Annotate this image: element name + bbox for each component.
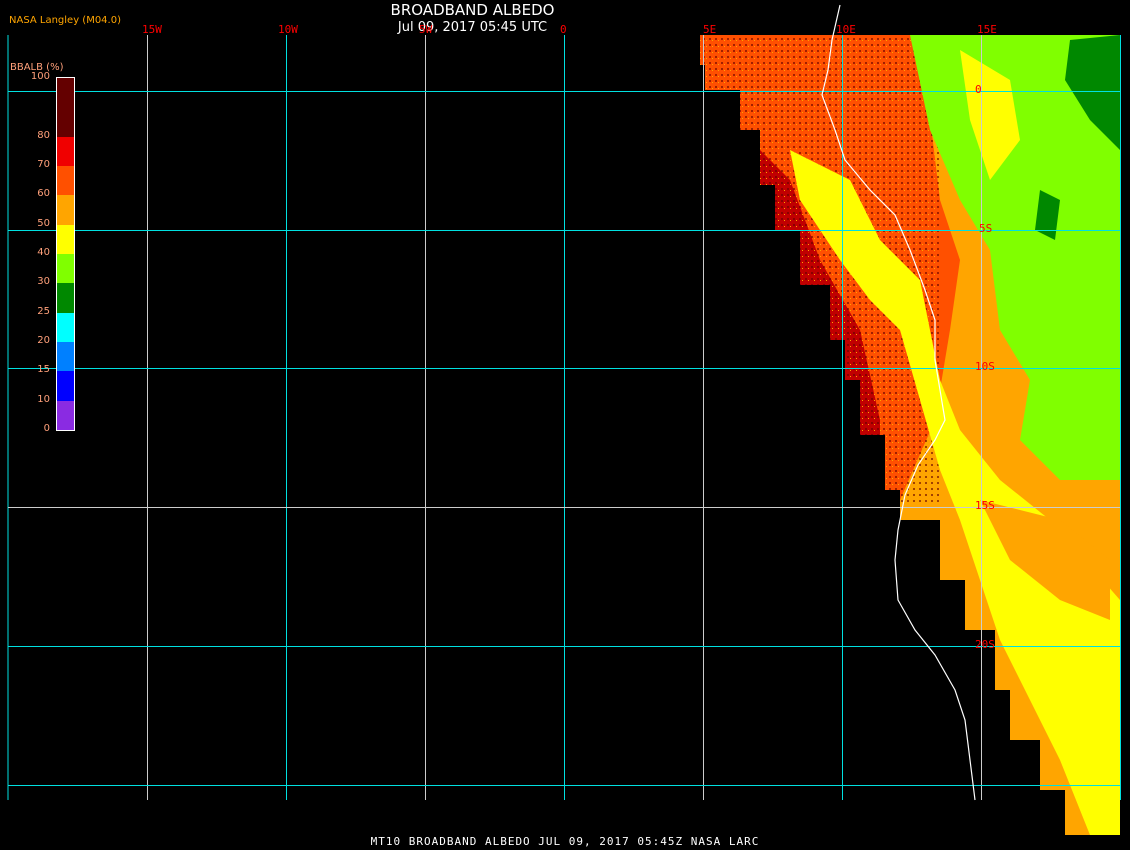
- colorbar: [56, 77, 75, 431]
- albedo-map: [7, 4, 1121, 835]
- colorbar-tick-label: 20: [37, 335, 50, 346]
- lon-label: 15E: [977, 23, 997, 36]
- colorbar-tick-label: 25: [37, 305, 50, 317]
- lon-label: 5E: [703, 23, 717, 36]
- colorbar-tick-label: 70: [37, 159, 50, 170]
- colorbar-tick-label: 100: [30, 71, 50, 82]
- colorbar-tick-label: 10: [37, 393, 50, 405]
- lat-label: 0: [975, 83, 982, 96]
- colorbar-tick-label: 80: [37, 129, 50, 141]
- lon-label: 5W: [419, 23, 433, 36]
- lon-label: 10E: [836, 23, 856, 36]
- credit-label: NASA Langley (M04.0): [9, 15, 121, 26]
- lat-label: 5S: [979, 222, 993, 235]
- colorbar-bin: [57, 312, 74, 342]
- lat-label: 20S: [975, 638, 995, 651]
- colorbar-tick-label: 15: [37, 364, 50, 376]
- colorbar-bin: [57, 78, 74, 137]
- lat-label: 15S: [975, 499, 995, 512]
- colorbar-tick-label: 50: [37, 217, 50, 229]
- colorbar-bin: [57, 136, 74, 166]
- colorbar-bin: [57, 400, 74, 430]
- colorbar-bin: [57, 253, 74, 284]
- footer-caption: MT10 BROADBAND ALBEDO JUL 09, 2017 05:45…: [370, 835, 760, 848]
- map-title: BROADBAND ALBEDO: [390, 1, 555, 19]
- lon-label: 10W: [278, 23, 298, 36]
- lon-label: 0: [560, 23, 567, 36]
- colorbar-tick-label: 60: [37, 188, 50, 200]
- lat-label: 10S: [975, 360, 995, 373]
- colorbar-tick-label: 40: [37, 247, 50, 258]
- data-region: [690, 35, 1120, 835]
- colorbar-bin: [57, 224, 74, 254]
- colorbar-bin: [57, 371, 74, 401]
- colorbar-tick-label: 30: [37, 276, 50, 288]
- lon-label: 15W: [142, 23, 162, 36]
- colorbar-bin: [57, 195, 74, 225]
- colorbar-bin: [57, 341, 74, 372]
- colorbar-bin: [57, 283, 74, 313]
- colorbar-bin: [57, 165, 74, 196]
- colorbar-tick-label: 0: [43, 423, 50, 434]
